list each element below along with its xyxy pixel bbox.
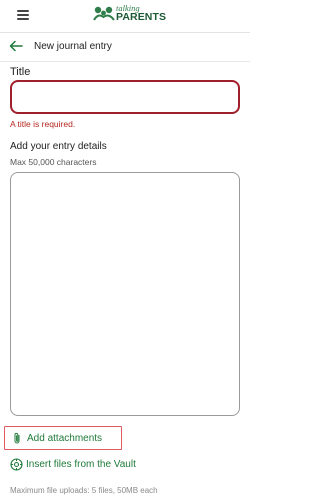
entry-details-textarea[interactable]: [10, 172, 240, 416]
title-error-message: A title is required.: [10, 119, 76, 129]
app-header: talking PARENTS: [0, 0, 250, 32]
insert-from-vault-button[interactable]: Insert files from the Vault: [8, 456, 158, 474]
vault-icon: [10, 458, 23, 471]
upload-limit-note: Maximum file uploads: 5 files, 50MB each: [10, 486, 158, 495]
logo-text-parents: PARENTS: [116, 11, 167, 23]
page-navbar: New journal entry: [0, 33, 250, 61]
page-title: New journal entry: [34, 41, 112, 52]
add-attachments-button[interactable]: Add attachments: [4, 426, 122, 450]
insert-from-vault-label: Insert files from the Vault: [26, 459, 136, 470]
arrow-left-icon[interactable]: [9, 40, 23, 52]
title-label: Title: [10, 66, 31, 78]
hamburger-menu-icon[interactable]: [17, 10, 29, 20]
add-attachments-label: Add attachments: [27, 433, 103, 444]
entry-details-label: Add your entry details: [10, 141, 107, 152]
paperclip-icon: [14, 432, 20, 444]
entry-character-limit: Max 50,000 characters: [10, 157, 97, 167]
title-input[interactable]: [10, 80, 240, 114]
talkingparents-logo: talking PARENTS: [93, 3, 167, 25]
navbar-divider: [0, 61, 250, 62]
logo-people-icon: [93, 6, 115, 21]
